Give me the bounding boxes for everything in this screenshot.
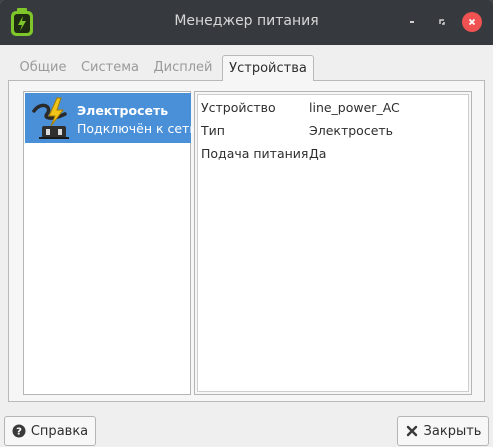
close-button[interactable]: Закрыть <box>397 416 489 446</box>
close-icon <box>468 18 476 26</box>
detail-value: Электросеть <box>309 123 394 138</box>
device-list[interactable]: Электросеть Подключён к сети <box>23 91 197 395</box>
svg-text:?: ? <box>16 427 22 438</box>
device-details-frame: Устройство line_power_AC Тип Электросеть… <box>194 91 472 395</box>
tab-display[interactable]: Дисплей <box>150 55 216 81</box>
power-plug-icon <box>32 97 69 139</box>
tab-devices[interactable]: Устройства <box>222 55 314 81</box>
tab-system[interactable]: Система <box>78 55 142 81</box>
help-button-label: Справка <box>30 423 89 439</box>
device-list-item[interactable]: Электросеть Подключён к сети <box>25 93 197 143</box>
titlebar[interactable]: Менеджер питания <box>0 0 493 45</box>
close-icon <box>405 424 419 438</box>
device-details: Устройство line_power_AC Тип Электросеть… <box>197 94 469 392</box>
minimize-icon <box>410 21 414 23</box>
detail-key: Подача питания <box>201 146 309 161</box>
help-icon: ? <box>12 424 26 438</box>
close-window-button[interactable] <box>462 12 482 32</box>
close-button-label: Закрыть <box>423 423 482 439</box>
maximize-button[interactable] <box>432 12 452 32</box>
minimize-button[interactable] <box>402 12 422 32</box>
device-name: Электросеть <box>77 103 169 118</box>
detail-key: Устройство <box>201 100 276 115</box>
tab-general[interactable]: Общие <box>12 55 74 81</box>
detail-value: line_power_AC <box>309 100 400 115</box>
power-manager-window: Менеджер питания Общие Система Дисплей У… <box>0 0 493 447</box>
detail-key: Тип <box>201 123 225 138</box>
maximize-icon <box>439 19 445 25</box>
help-button[interactable]: ? Справка <box>4 416 96 446</box>
detail-value: Да <box>309 146 327 161</box>
device-status: Подключён к сети <box>77 121 198 136</box>
